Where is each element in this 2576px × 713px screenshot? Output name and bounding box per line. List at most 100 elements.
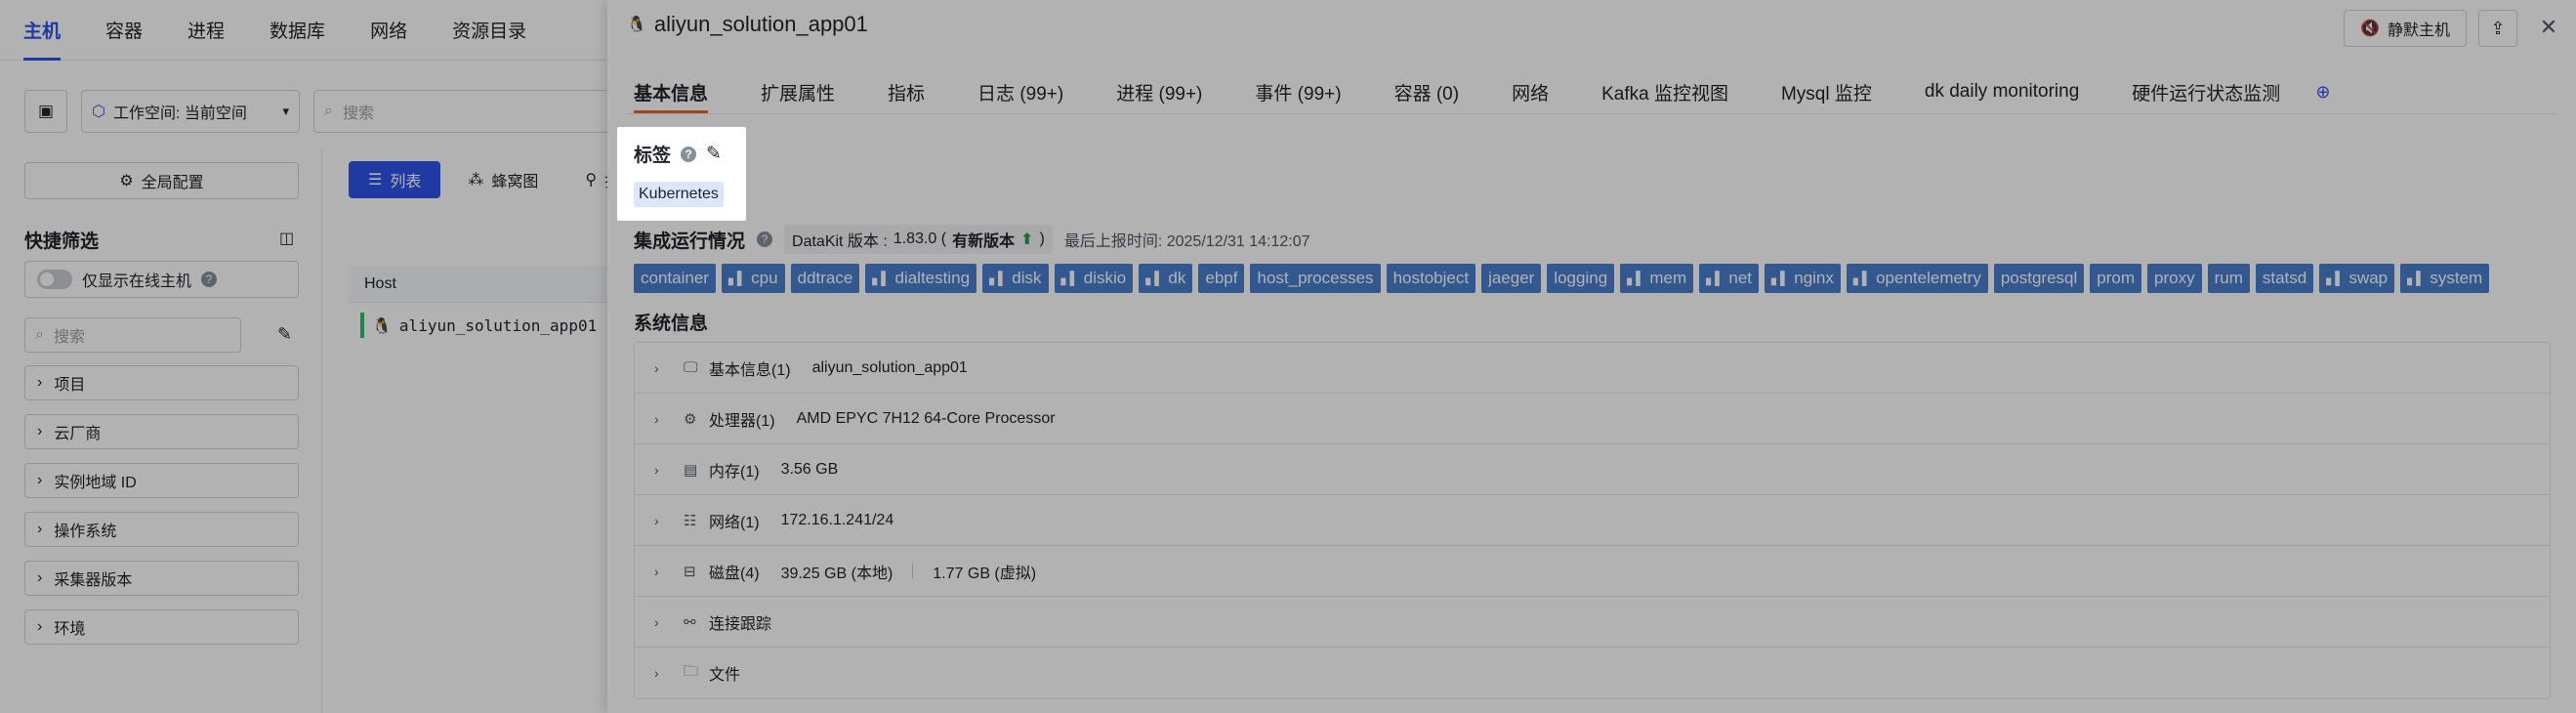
chip-label: statsd (2262, 269, 2307, 287)
chip-label: prom (2097, 269, 2135, 287)
chip-label: opentelemetry (1876, 269, 1981, 287)
tab-hardware[interactable]: 硬件运行状态监测 (2132, 70, 2280, 113)
metrics-bar-icon: ▖▌ (1852, 271, 1871, 285)
integration-chip[interactable]: host_processes (1250, 264, 1381, 293)
network-icon: ☷ (684, 512, 697, 529)
integration-chip[interactable]: ▖▌ net (1699, 264, 1760, 293)
integration-status: 集成运行情况 ? DataKit 版本 : 1.83.0 ( 有新版本 ⬆ ) … (634, 225, 1310, 254)
datakit-version-box: DataKit 版本 : 1.83.0 ( 有新版本 ⬆ ) (784, 225, 1053, 254)
chip-label: jaeger (1488, 269, 1535, 287)
integration-chip[interactable]: jaeger (1481, 264, 1542, 293)
integration-chip[interactable]: ▖▌ diskio (1054, 264, 1134, 293)
table-row[interactable]: › 🗀 文件 (635, 648, 2550, 698)
chip-label: mem (1649, 269, 1687, 287)
help-icon[interactable]: ? (757, 231, 773, 247)
tabs-divider (627, 113, 2556, 114)
divider (912, 563, 914, 579)
mute-host-button[interactable]: 🔇 静默主机 (2344, 10, 2467, 47)
integration-chip[interactable]: prom (2090, 264, 2141, 293)
integration-chip[interactable]: ▖▌ opentelemetry (1846, 264, 1988, 293)
chip-label: proxy (2154, 269, 2195, 287)
sys-row-value: AMD EPYC 7H12 64-Core Processor (796, 409, 1056, 427)
chip-label: ebpf (1205, 269, 1238, 287)
tab-logs[interactable]: 日志 (99+) (977, 70, 1063, 113)
tag-kubernetes[interactable]: Kubernetes (634, 182, 724, 207)
integration-chip[interactable]: ▖▌ system (2400, 264, 2490, 293)
chip-label: diskio (1083, 269, 1127, 287)
basic-info-icon: 🖵 (684, 359, 698, 376)
metrics-bar-icon: ▖▌ (1706, 271, 1724, 285)
help-icon[interactable]: ? (681, 146, 697, 162)
sys-row-label: 磁盘(4) (709, 565, 760, 582)
table-row[interactable]: › ⊟ 磁盘(4) 39.25 GB (本地) 1.77 GB (虚拟) (635, 546, 2550, 597)
tab-basic-info[interactable]: 基本信息 (634, 70, 709, 113)
sys-row-value: aliyun_solution_app01 (811, 358, 968, 376)
linux-icon: 🐧 (627, 17, 646, 33)
integration-chip[interactable]: ddtrace (790, 264, 860, 293)
system-info-table: › 🖵 基本信息(1) aliyun_solution_app01 › ⚙ 处理器(1) AM… (634, 342, 2551, 699)
export-icon: ⇪ (2490, 18, 2506, 38)
add-tab-icon[interactable]: ⊕ (2315, 70, 2330, 113)
integration-title: 集成运行情况 (634, 231, 746, 252)
close-icon: ✕ (2539, 15, 2558, 39)
sys-row-value: 172.16.1.241/24 (780, 511, 894, 528)
tab-extended-attributes[interactable]: 扩展属性 (761, 70, 835, 113)
close-button[interactable]: ✕ (2533, 12, 2564, 43)
integration-chip[interactable]: container (634, 264, 716, 293)
tags-label-row: 标签 ? ✎ (634, 141, 722, 167)
integration-chip[interactable]: ▖▌ mem (1620, 264, 1694, 293)
chip-label: postgresql (2000, 269, 2078, 287)
tab-events[interactable]: 事件 (99+) (1255, 70, 1341, 113)
new-version-link[interactable]: 有新版本 (952, 228, 1015, 251)
metrics-bar-icon: ▖▌ (1060, 271, 1079, 285)
sys-row-label: 内存(1) (709, 463, 760, 481)
chevron-right-icon[interactable]: › (654, 411, 674, 427)
chip-label: hostobject (1392, 269, 1470, 287)
integration-chip[interactable]: proxy (2147, 264, 2202, 293)
integration-chip[interactable]: logging (1547, 264, 1615, 293)
metrics-bar-icon: ▖▌ (1627, 271, 1644, 285)
tab-kafka[interactable]: Kafka 监控视图 (1601, 70, 1728, 113)
tab-containers[interactable]: 容器 (0) (1394, 70, 1460, 113)
integration-chips: container ▖▌ cpu ddtrace ▖▌ dialtesting ▖▌ disk… (634, 264, 2490, 293)
integration-chip[interactable]: ebpf (1198, 264, 1245, 293)
tab-network[interactable]: 网络 (1512, 70, 1549, 113)
table-row[interactable]: › ☷ 网络(1) 172.16.1.241/24 (635, 495, 2550, 546)
version-prefix: DataKit 版本 : (792, 233, 888, 250)
tab-processes[interactable]: 进程 (99+) (1116, 70, 1202, 113)
integration-chip[interactable]: rum (2207, 264, 2250, 293)
chevron-right-icon[interactable]: › (654, 462, 674, 478)
connection-icon: ⚯ (684, 613, 696, 631)
tags-label: 标签 (634, 146, 672, 166)
integration-chip[interactable]: statsd (2255, 264, 2314, 293)
tab-metrics[interactable]: 指标 (888, 70, 925, 113)
chip-label: disk (1012, 269, 1042, 287)
tab-dk-daily[interactable]: dk daily monitoring (1925, 70, 2079, 113)
chip-label: swap (2348, 269, 2389, 287)
integration-chip[interactable]: ▖▌ disk (982, 264, 1049, 293)
tab-mysql[interactable]: Mysql 监控 (1781, 70, 1872, 113)
table-row[interactable]: › ▤ 内存(1) 3.56 GB (635, 444, 2550, 495)
chevron-right-icon[interactable]: › (654, 564, 674, 579)
chevron-right-icon[interactable]: › (654, 513, 674, 528)
chevron-right-icon[interactable]: › (654, 360, 674, 376)
mute-host-label: 静默主机 (2387, 22, 2450, 39)
integration-chip[interactable]: ▖▌ dk (1139, 264, 1193, 293)
integration-chip[interactable]: ▖▌ cpu (721, 264, 785, 293)
table-row[interactable]: › 🖵 基本信息(1) aliyun_solution_app01 (635, 343, 2550, 394)
edit-tags-icon[interactable]: ✎ (706, 143, 722, 165)
integration-chip[interactable]: ▖▌ swap (2319, 264, 2395, 293)
table-row[interactable]: › ⚙ 处理器(1) AMD EPYC 7H12 64-Core Processor (635, 394, 2550, 444)
metrics-bar-icon: ▖▌ (1771, 271, 1789, 285)
integration-chip[interactable]: postgresql (1993, 264, 2085, 293)
integration-chip[interactable]: ▖▌ nginx (1765, 264, 1841, 293)
host-detail-drawer: 🐧 aliyun_solution_app01 🔇 静默主机 ⇪ ✕ 基本信息 … (607, 0, 2576, 713)
chip-label: cpu (751, 269, 778, 287)
integration-chip[interactable]: ▖▌ dialtesting (865, 264, 977, 293)
chevron-right-icon[interactable]: › (654, 614, 674, 630)
table-row[interactable]: › ⚯ 连接跟踪 (635, 597, 2550, 648)
chip-label: host_processes (1257, 269, 1374, 287)
chevron-right-icon[interactable]: › (654, 665, 674, 681)
export-button[interactable]: ⇪ (2478, 10, 2517, 47)
integration-chip[interactable]: hostobject (1386, 264, 1476, 293)
